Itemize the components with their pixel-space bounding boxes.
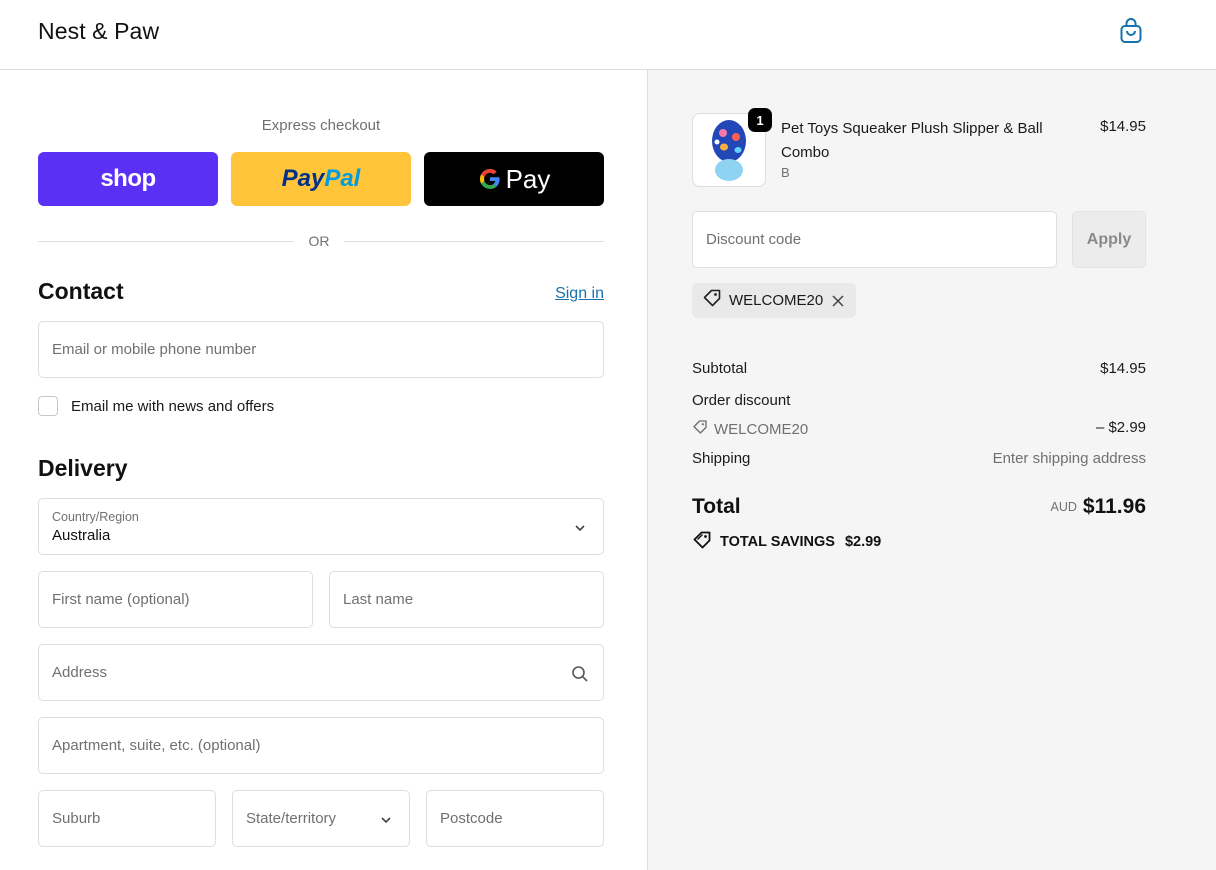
postcode-input[interactable] [427,791,603,846]
divider-line [344,241,604,242]
suburb-input[interactable] [39,791,215,846]
google-pay-button[interactable]: Pay [424,152,604,206]
apartment-field[interactable] [38,717,604,774]
product-price: $14.95 [1100,118,1146,135]
or-divider: OR [38,232,604,252]
first-name-field[interactable] [38,571,313,628]
contact-heading: Contact [38,278,124,304]
quantity-badge: 1 [748,108,772,132]
last-name-input[interactable] [330,572,603,627]
header: Nest & Paw [0,0,1216,70]
discount-code-name: WELCOME20 [714,420,809,438]
checkout-form: Express checkout shop Pay Pal Pay OR Cont… [0,70,647,870]
applied-code-text: WELCOME20 [729,292,824,309]
country-label: Country/Region [52,510,139,524]
country-value: Australia [52,527,111,544]
newsletter-label[interactable]: Email me with news and offers [71,398,274,415]
savings-label: TOTAL SAVINGS [720,534,835,550]
state-select[interactable]: State/territory [232,790,410,847]
total-value-group: AUD $11.96 [948,495,1146,519]
shipping-value: Enter shipping address [992,450,1146,467]
product-variant: B [781,165,790,180]
savings-value: $2.99 [844,534,882,550]
chevron-down-icon [377,811,395,829]
discount-value: – $2.99 [1095,419,1146,436]
paypal-button[interactable]: Pay Pal [231,152,411,206]
express-checkout-label: Express checkout [261,117,381,134]
paypal-label-part1: Pay [281,165,325,192]
discount-code-row: WELCOME20 – $2.99 [692,419,1146,439]
apartment-input[interactable] [39,718,603,773]
state-placeholder: State/territory [246,810,337,827]
email-field[interactable] [38,321,604,378]
order-summary: 1 Pet Toys Squeaker Plush Slipper & Ball… [647,70,1216,870]
shop-pay-button[interactable]: shop [38,152,218,206]
subtotal-value: $14.95 [1100,360,1146,377]
shipping-row: Shipping Enter shipping address [692,450,1146,467]
subtotal-label: Subtotal [692,360,748,377]
or-label: OR [308,233,330,249]
address-input[interactable] [39,645,603,700]
order-discount-row: Order discount [692,392,1146,409]
newsletter-row: Email me with news and offers [38,395,274,417]
sign-in-link[interactable]: Sign in [540,285,604,303]
delivery-heading: Delivery [38,455,128,481]
savings-tag-icon [692,530,712,554]
subtotal-row: Subtotal $14.95 [692,360,1146,377]
address-field[interactable] [38,644,604,701]
divider-line [38,241,294,242]
tag-icon [692,419,708,439]
google-pay-label: Pay [505,163,551,194]
search-icon[interactable] [571,665,589,683]
paypal-label-part2: Pal [324,165,361,192]
total-label: Total [692,495,741,518]
total-savings-row: TOTAL SAVINGS $2.99 [692,530,881,554]
product-name: Pet Toys Squeaker Plush Slipper & Ball C… [781,120,1043,161]
currency-code: AUD [1050,500,1077,514]
tag-icon [702,288,722,313]
shipping-label: Shipping [692,450,751,467]
close-icon[interactable] [830,293,846,309]
apply-discount-button[interactable]: Apply [1072,211,1146,268]
shop-pay-label: shop [100,165,156,192]
discount-code-input[interactable] [693,212,1056,267]
store-brand[interactable]: Nest & Paw [38,18,159,45]
discount-code-field[interactable] [692,211,1057,268]
suburb-field[interactable] [38,790,216,847]
chevron-down-icon [571,519,589,537]
first-name-input[interactable] [39,572,312,627]
applied-discount-chip: WELCOME20 [692,283,857,318]
postcode-field[interactable] [426,790,604,847]
last-name-field[interactable] [329,571,604,628]
order-discount-label: Order discount [692,392,791,409]
google-g-icon [478,167,502,191]
country-select[interactable]: Country/Region Australia [38,498,604,555]
total-amount: $11.96 [1082,495,1146,518]
shopping-bag-icon[interactable] [1118,17,1144,45]
email-input[interactable] [39,322,603,377]
newsletter-checkbox[interactable] [38,396,58,416]
